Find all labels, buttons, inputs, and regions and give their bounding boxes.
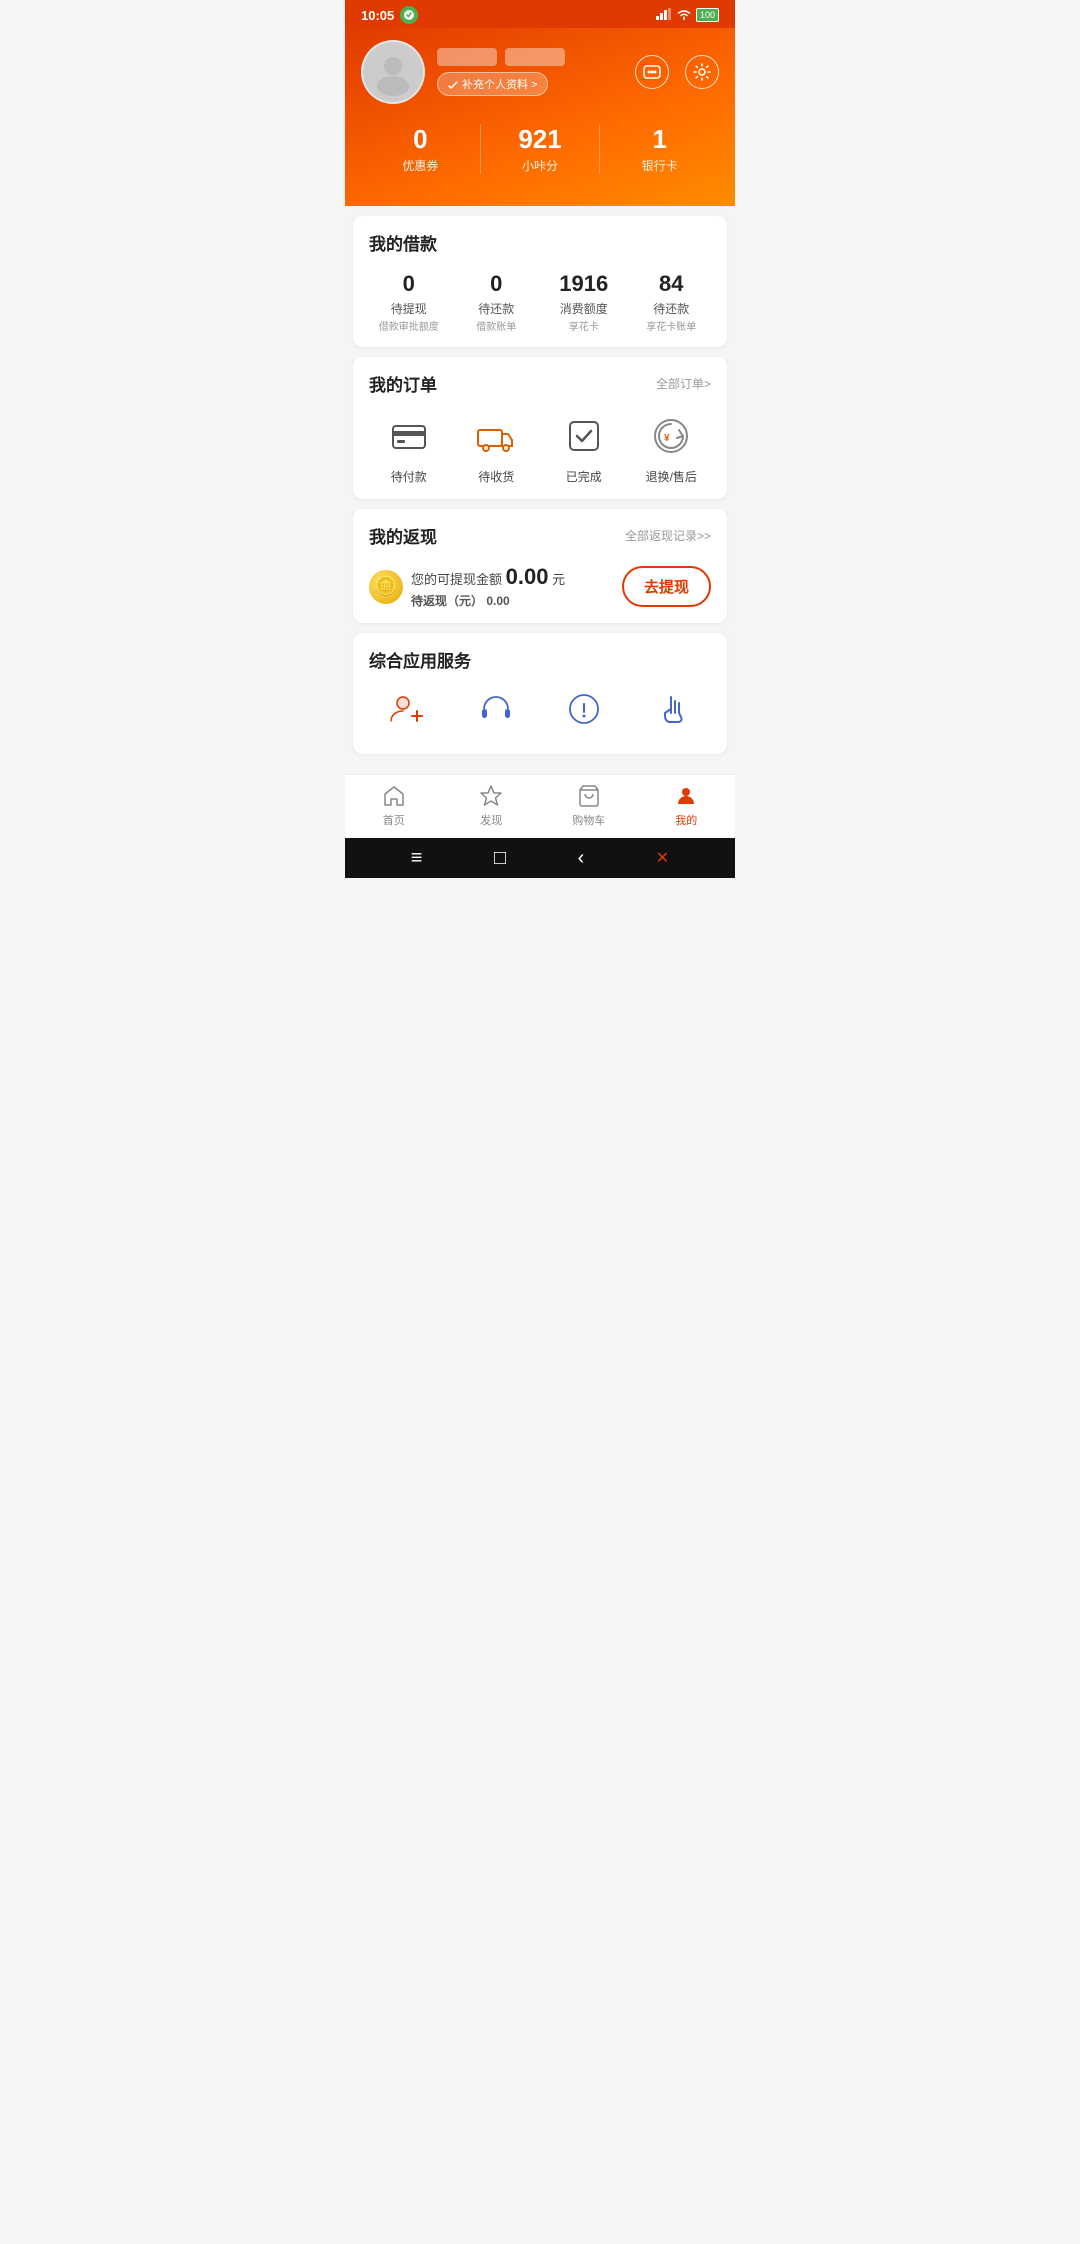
service-item-3[interactable] xyxy=(635,688,712,736)
loan-item-2[interactable]: 1916 消费额度 享花卡 xyxy=(544,271,624,333)
alert-icon xyxy=(563,688,605,730)
status-icons: 100 xyxy=(656,8,719,23)
order-complete[interactable]: 已完成 xyxy=(544,412,624,485)
profile-complete-btn[interactable]: 补充个人资料 > xyxy=(437,72,548,96)
service-item-1[interactable] xyxy=(458,688,535,736)
wifi-icon xyxy=(676,8,692,23)
loan-item-3[interactable]: 84 待还款 享花卡账单 xyxy=(632,271,712,333)
person-icon xyxy=(673,783,699,809)
orders-header: 我的订单 全部订单> xyxy=(369,371,711,396)
cashback-link[interactable]: 全部返现记录>> xyxy=(625,527,711,544)
avatar[interactable] xyxy=(361,40,425,104)
status-time: 10:05 xyxy=(361,8,394,23)
cashback-header: 我的返现 全部返现记录>> xyxy=(369,523,711,548)
orders-grid: 待付款 待收货 已完成 xyxy=(369,412,711,485)
stat-points[interactable]: 921 小咔分 xyxy=(480,124,600,174)
cart-icon xyxy=(576,783,602,809)
withdraw-btn[interactable]: 去提现 xyxy=(622,566,711,607)
battery-icon: 100 xyxy=(696,8,719,22)
person-add-icon xyxy=(386,688,428,730)
username-block1 xyxy=(437,48,497,66)
android-back-btn[interactable]: ‹ xyxy=(578,847,585,870)
settings-btn[interactable] xyxy=(685,55,719,89)
service-item-2[interactable] xyxy=(546,688,623,736)
stat-coupons[interactable]: 0 优惠券 xyxy=(361,124,480,174)
profile-info: 补充个人资料 > xyxy=(437,48,565,96)
stats-row: 0 优惠券 921 小咔分 1 银行卡 xyxy=(361,124,719,174)
cashback-row: 🪙 您的可提现金额 0.00 元 待返现（元） 0.00 去提现 xyxy=(369,564,711,609)
touch-icon xyxy=(652,688,694,730)
app-notification-icon xyxy=(400,6,418,24)
star-icon xyxy=(478,783,504,809)
order-payment-icon xyxy=(385,412,433,460)
loans-title: 我的借款 xyxy=(369,230,437,255)
android-menu-btn[interactable]: ≡ xyxy=(411,847,423,870)
message-btn[interactable] xyxy=(635,55,669,89)
signal-icon xyxy=(656,8,672,23)
username-block2 xyxy=(505,48,565,66)
orders-title: 我的订单 xyxy=(369,371,437,396)
order-delivery-icon xyxy=(472,412,520,460)
status-bar: 10:05 100 xyxy=(345,0,735,28)
cashback-main: 您的可提现金额 0.00 元 xyxy=(411,564,622,590)
svg-text:¥: ¥ xyxy=(664,433,670,444)
order-delivery[interactable]: 待收货 xyxy=(457,412,537,485)
loan-item-1[interactable]: 0 待还款 借款账单 xyxy=(457,271,537,333)
services-card: 综合应用服务 xyxy=(353,633,727,754)
username-blur xyxy=(437,48,565,66)
profile-row: 补充个人资料 > xyxy=(361,40,719,104)
cashback-left: 🪙 您的可提现金额 0.00 元 待返现（元） 0.00 xyxy=(369,564,622,609)
nav-cart[interactable]: 购物车 xyxy=(540,783,638,828)
android-extra-btn: ✕ xyxy=(656,848,669,868)
header-section: 补充个人资料 > 0 优惠券 xyxy=(345,28,735,206)
loans-card: 我的借款 0 待提现 借款审批额度 0 待还款 借款账单 1916 消费额度 享… xyxy=(353,216,727,347)
nav-mine[interactable]: 我的 xyxy=(638,783,736,828)
header-right xyxy=(635,55,719,89)
headset-icon xyxy=(475,688,517,730)
orders-link[interactable]: 全部订单> xyxy=(656,375,711,392)
orders-card: 我的订单 全部订单> 待付款 xyxy=(353,357,727,499)
service-item-0[interactable] xyxy=(369,688,446,736)
profile-left: 补充个人资料 > xyxy=(361,40,565,104)
coin-icon: 🪙 xyxy=(369,570,403,604)
services-header: 综合应用服务 xyxy=(369,647,711,672)
services-grid xyxy=(369,688,711,740)
home-icon xyxy=(381,783,407,809)
services-title: 综合应用服务 xyxy=(369,647,471,672)
order-refund[interactable]: ¥ 退换/售后 xyxy=(632,412,712,485)
android-home-btn[interactable]: □ xyxy=(494,847,506,870)
cashback-sub: 待返现（元） 0.00 xyxy=(411,592,622,609)
loans-header: 我的借款 xyxy=(369,230,711,255)
nav-discover[interactable]: 发现 xyxy=(443,783,541,828)
loan-item-0[interactable]: 0 待提现 借款审批额度 xyxy=(369,271,449,333)
nav-home[interactable]: 首页 xyxy=(345,783,443,828)
cashback-title: 我的返现 xyxy=(369,523,437,548)
loans-grid: 0 待提现 借款审批额度 0 待还款 借款账单 1916 消费额度 享花卡 84… xyxy=(369,271,711,333)
order-complete-icon xyxy=(560,412,608,460)
cashback-text: 您的可提现金额 0.00 元 待返现（元） 0.00 xyxy=(411,564,622,609)
order-refund-icon: ¥ xyxy=(647,412,695,460)
cashback-card: 我的返现 全部返现记录>> 🪙 您的可提现金额 0.00 元 待返现（元） 0.… xyxy=(353,509,727,623)
android-nav-bar: ≡ □ ‹ ✕ xyxy=(345,838,735,878)
bottom-nav: 首页 发现 购物车 我的 xyxy=(345,774,735,838)
stat-bankcard[interactable]: 1 银行卡 xyxy=(599,124,719,174)
order-payment[interactable]: 待付款 xyxy=(369,412,449,485)
